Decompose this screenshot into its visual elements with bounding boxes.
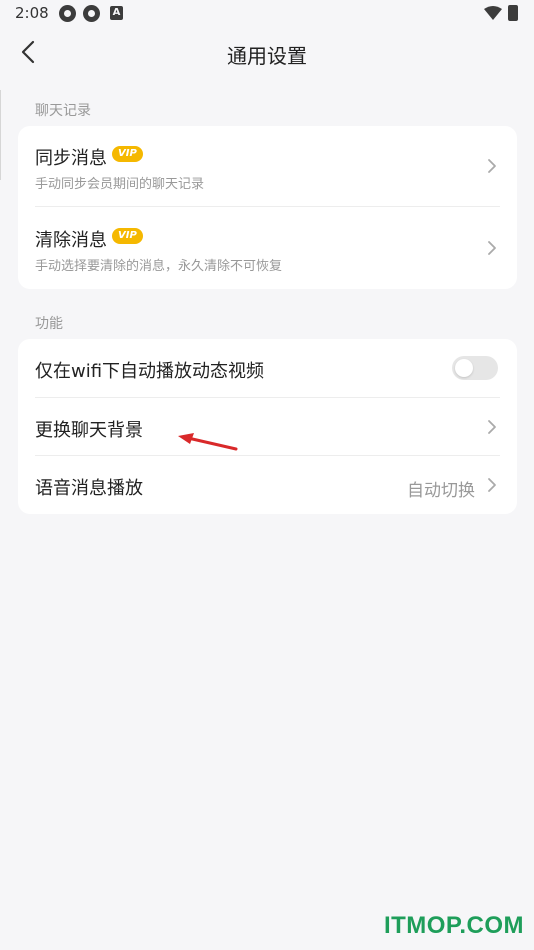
settings-screen: 2:08 A 通用设置 聊天记录 同步消息 VIP 手动同步会员期间的聊天记录 … [0, 0, 534, 950]
edge-line [0, 90, 1, 180]
section-label-chat-history: 聊天记录 [35, 103, 91, 119]
clear-messages-subtitle: 手动选择要清除的消息，永久清除不可恢复 [35, 259, 283, 274]
wifi-icon [484, 6, 502, 20]
chevron-right-icon [488, 478, 496, 492]
app-notification-icon [83, 5, 100, 22]
a-notification-icon: A [110, 6, 123, 20]
vip-badge: VIP [112, 146, 143, 162]
wifi-autoplay-row: 仅在wifi下自动播放动态视频 [18, 339, 517, 397]
voice-playback-value: 自动切换 [407, 481, 475, 501]
clear-messages-row[interactable]: 清除消息 VIP 手动选择要清除的消息，永久清除不可恢复 [18, 207, 517, 289]
function-card: 仅在wifi下自动播放动态视频 更换聊天背景 语音消息播放 自动切换 [18, 339, 517, 514]
chat-history-card: 同步消息 VIP 手动同步会员期间的聊天记录 清除消息 VIP 手动选择要清除的… [18, 126, 517, 289]
sync-messages-title: 同步消息 [35, 148, 107, 169]
sync-messages-subtitle: 手动同步会员期间的聊天记录 [35, 177, 205, 192]
page-title: 通用设置 [227, 44, 307, 68]
wifi-autoplay-title: 仅在wifi下自动播放动态视频 [35, 361, 265, 382]
annotation-arrow-icon [178, 433, 238, 451]
chevron-right-icon [488, 159, 496, 173]
status-time: 2:08 [15, 4, 49, 22]
change-chat-background-row[interactable]: 更换聊天背景 [18, 398, 517, 456]
vip-badge: VIP [112, 228, 143, 244]
app-notification-icon [59, 5, 76, 22]
voice-message-playback-title: 语音消息播放 [35, 478, 143, 499]
wifi-autoplay-toggle[interactable] [452, 356, 498, 380]
status-bar: 2:08 A [0, 0, 534, 28]
voice-message-playback-row[interactable]: 语音消息播放 自动切换 [18, 456, 517, 514]
change-chat-background-title: 更换聊天背景 [35, 420, 143, 441]
clear-messages-title: 清除消息 [35, 230, 107, 251]
sync-messages-row[interactable]: 同步消息 VIP 手动同步会员期间的聊天记录 [18, 126, 517, 207]
battery-icon [508, 5, 518, 21]
toggle-knob [455, 359, 473, 377]
chevron-right-icon [488, 420, 496, 434]
section-label-function: 功能 [35, 316, 63, 332]
watermark: ITMOP.COM [383, 912, 524, 939]
chevron-right-icon [488, 241, 496, 255]
